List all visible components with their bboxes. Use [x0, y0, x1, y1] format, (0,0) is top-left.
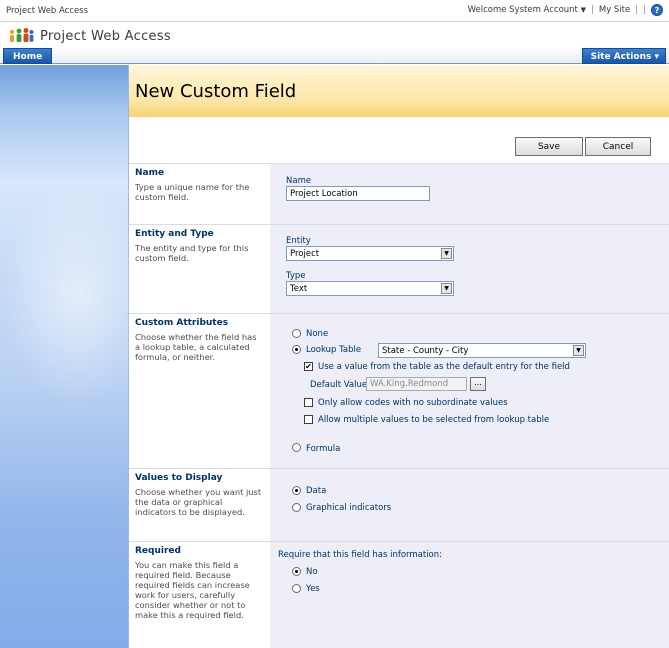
- section-title: Name: [135, 168, 165, 178]
- section-description: Choose whether you want just the data or…: [135, 487, 262, 517]
- left-navigation: [0, 65, 129, 648]
- left-nav-decoration: [0, 185, 129, 405]
- section-description: The entity and type for this custom fiel…: [135, 243, 249, 263]
- save-button[interactable]: Save: [515, 137, 583, 156]
- page-title-area: New Custom Field: [129, 65, 669, 117]
- name-label: Name: [286, 176, 312, 186]
- cancel-button[interactable]: Cancel: [585, 137, 651, 156]
- page-title: New Custom Field: [135, 81, 297, 102]
- section-required: Required You can make this field a requi…: [129, 541, 669, 648]
- section-required-description: Required You can make this field a requi…: [129, 542, 270, 648]
- lookup-table-radio[interactable]: [292, 345, 301, 354]
- section-title: Values to Display: [135, 473, 223, 483]
- data-label: Data: [306, 486, 327, 496]
- section-custom-attributes-description: Custom Attributes Choose whether the fie…: [129, 314, 270, 468]
- type-label: Type: [286, 271, 306, 281]
- my-site-link[interactable]: My Site: [599, 5, 630, 15]
- lookup-selected-value: State - County - City: [382, 346, 469, 356]
- section-description: Type a unique name for the custom field.: [135, 182, 250, 202]
- required-yes-radio[interactable]: [292, 584, 301, 593]
- welcome-menu[interactable]: Welcome System Account ▼: [468, 5, 586, 15]
- top-bar-right: Welcome System Account ▼ | My Site | | ?: [468, 4, 663, 16]
- no-subordinate-checkbox[interactable]: [304, 398, 313, 407]
- site-header: Project Web Access: [0, 22, 669, 48]
- section-name-description: Name Type a unique name for the custom f…: [129, 164, 270, 224]
- site-title[interactable]: Project Web Access: [40, 29, 171, 44]
- section-entity-type: Entity and Type The entity and type for …: [129, 224, 669, 313]
- use-default-label: Use a value from the table as the defaul…: [318, 362, 570, 372]
- type-select[interactable]: Text ▼: [286, 281, 454, 296]
- default-value-input[interactable]: WA.King.Redmond: [366, 377, 467, 391]
- section-description: Choose whether the field has a lookup ta…: [135, 332, 257, 362]
- graphical-indicators-label: Graphical indicators: [306, 503, 392, 513]
- required-no-label: No: [306, 567, 318, 577]
- browse-button[interactable]: ...: [470, 377, 486, 391]
- lookup-table-label: Lookup Table: [306, 345, 362, 355]
- lookup-table-select[interactable]: State - County - City ▼: [378, 343, 586, 358]
- separator: |: [635, 5, 639, 15]
- formula-radio[interactable]: [292, 443, 301, 452]
- chevron-down-icon[interactable]: ▼: [573, 345, 584, 356]
- section-required-fields: Require that this field has information:…: [270, 542, 669, 648]
- top-nav: Home Site Actions ▾: [0, 48, 669, 64]
- required-prompt: Require that this field has information:: [278, 550, 443, 560]
- entity-label: Entity: [286, 236, 311, 246]
- section-values-display: Values to Display Choose whether you wan…: [129, 468, 669, 541]
- no-subordinate-label: Only allow codes with no subordinate val…: [318, 398, 508, 408]
- data-radio[interactable]: [292, 486, 301, 495]
- chevron-down-icon[interactable]: ▼: [441, 283, 452, 294]
- graphical-indicators-radio[interactable]: [292, 503, 301, 512]
- section-values-display-fields: Data Graphical indicators: [270, 469, 669, 541]
- section-entity-type-fields: Entity Project ▼ Type Text ▼: [270, 225, 669, 313]
- none-label: None: [306, 329, 329, 339]
- section-name-fields: Name Project Location: [270, 164, 669, 224]
- section-custom-attributes: Custom Attributes Choose whether the fie…: [129, 313, 669, 468]
- entity-select[interactable]: Project ▼: [286, 246, 454, 261]
- type-selected-value: Text: [290, 284, 308, 294]
- site-actions-menu[interactable]: Site Actions ▾: [581, 48, 666, 64]
- people-logo-icon: [9, 28, 34, 42]
- none-radio[interactable]: [292, 329, 301, 338]
- formula-label: Formula: [306, 444, 341, 454]
- multiple-values-label: Allow multiple values to be selected fro…: [318, 415, 550, 425]
- separator: |: [590, 5, 594, 15]
- required-no-radio[interactable]: [292, 567, 301, 576]
- required-yes-label: Yes: [306, 584, 320, 594]
- section-description: You can make this field a required field…: [135, 560, 250, 620]
- use-default-checkbox[interactable]: ✔: [304, 362, 313, 371]
- tab-home[interactable]: Home: [3, 48, 53, 64]
- section-title: Custom Attributes: [135, 318, 229, 328]
- site-name-link[interactable]: Project Web Access: [6, 6, 88, 16]
- section-values-display-description: Values to Display Choose whether you wan…: [129, 469, 270, 541]
- chevron-down-icon: ▼: [580, 6, 586, 14]
- chevron-down-icon[interactable]: ▼: [441, 248, 452, 259]
- entity-selected-value: Project: [290, 249, 320, 259]
- welcome-label: Welcome System Account: [467, 5, 578, 15]
- top-bar: Project Web Access Welcome System Accoun…: [0, 0, 669, 22]
- help-icon[interactable]: ?: [651, 4, 663, 16]
- name-input[interactable]: Project Location: [286, 186, 430, 201]
- default-value-label: Default Value: [310, 380, 368, 390]
- section-entity-type-description: Entity and Type The entity and type for …: [129, 225, 270, 313]
- separator: |: [643, 5, 646, 15]
- multiple-values-checkbox[interactable]: [304, 415, 313, 424]
- section-name: Name Type a unique name for the custom f…: [129, 163, 669, 224]
- section-custom-attributes-fields: None Lookup Table State - County - City …: [270, 314, 669, 468]
- section-title: Entity and Type: [135, 229, 214, 239]
- section-title: Required: [135, 546, 181, 556]
